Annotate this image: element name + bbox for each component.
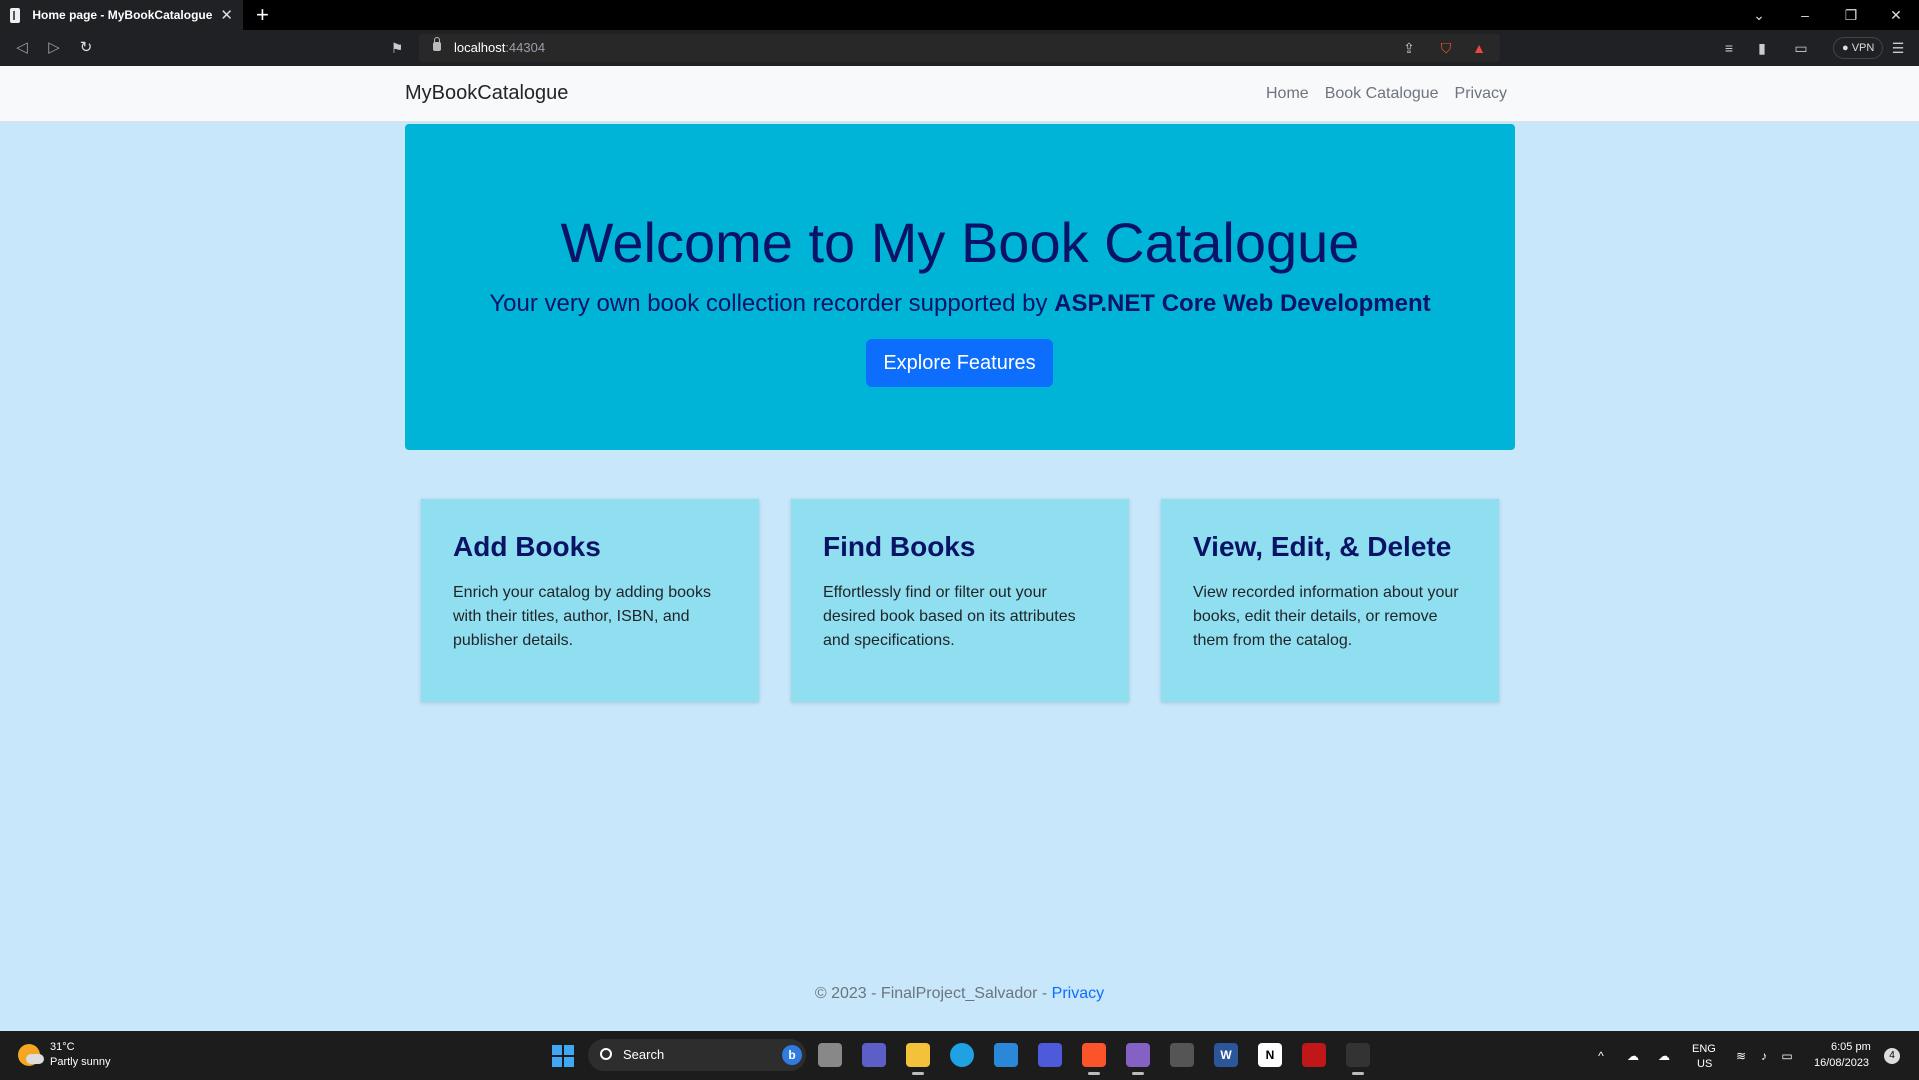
edge-icon[interactable] xyxy=(950,1043,974,1067)
tab-title: Home page - MyBookCatalogue xyxy=(32,8,213,22)
mcafee-icon[interactable] xyxy=(1302,1043,1326,1067)
feature-card-title: Find Books xyxy=(823,531,976,562)
feature-card-add-books: Add Books Enrich your catalog by adding … xyxy=(421,499,759,702)
site-navbar: MyBookCatalogue Home Book Catalogue Priv… xyxy=(0,66,1919,122)
task-view-icon[interactable] xyxy=(818,1043,842,1067)
reload-icon[interactable]: ↻ xyxy=(71,30,101,66)
notion-icon[interactable]: N xyxy=(1258,1043,1282,1067)
url-text: localhost:44304 xyxy=(454,40,546,55)
footer-copyright: © 2023 - FinalProject_Salvador - xyxy=(814,985,1052,1002)
back-icon[interactable]: ◁ xyxy=(7,30,37,66)
hero-jumbotron: Welcome to My Book Catalogue Your very o… xyxy=(405,124,1515,450)
wifi-icon[interactable]: ≋ xyxy=(1733,1048,1749,1064)
feature-card-text: Enrich your catalog by adding books with… xyxy=(453,584,711,649)
terminal-icon[interactable] xyxy=(1346,1043,1370,1075)
taskbar-search[interactable]: Search b xyxy=(588,1039,806,1071)
teams-icon[interactable] xyxy=(862,1043,886,1067)
brave-shields-icon[interactable]: ⛉ xyxy=(1436,38,1456,58)
notifications-badge[interactable]: 4 xyxy=(1884,1048,1900,1064)
onedrive-icon[interactable]: ☁ xyxy=(1625,1048,1641,1064)
chevron-up-icon[interactable]: ^ xyxy=(1593,1048,1609,1064)
lock-icon xyxy=(433,37,441,51)
bing-icon[interactable]: b xyxy=(782,1045,802,1065)
bookmark-icon[interactable]: ⚑ xyxy=(387,38,407,58)
language-region[interactable]: US xyxy=(1697,1058,1712,1080)
new-tab-icon[interactable]: + xyxy=(256,2,269,28)
footer-privacy-link[interactable]: Privacy xyxy=(1052,985,1104,1002)
brave-browser-icon[interactable] xyxy=(1082,1043,1106,1075)
file-explorer-icon[interactable] xyxy=(906,1043,930,1075)
sidebar-icon[interactable]: ▮ xyxy=(1752,38,1772,58)
vpn-button[interactable]: ● VPN xyxy=(1833,37,1884,59)
feature-card-title: Add Books xyxy=(453,531,601,562)
visual-studio-icon[interactable] xyxy=(1126,1043,1150,1075)
close-tab-icon[interactable]: ✕ xyxy=(220,6,233,24)
menu-icon[interactable]: ☰ xyxy=(1888,38,1908,58)
nav-link-privacy[interactable]: Privacy xyxy=(1455,85,1507,103)
restore-icon[interactable]: ❐ xyxy=(1828,0,1874,30)
browser-tab-bar: Home page - MyBookCatalogue ✕ + ⌄ – ❐ ✕ xyxy=(0,0,1919,30)
start-icon[interactable] xyxy=(552,1045,574,1067)
volume-icon[interactable]: ♪ xyxy=(1756,1048,1772,1064)
brave-rewards-icon[interactable]: ▲ xyxy=(1469,38,1489,58)
feature-card-find-books: Find Books Effortlessly find or filter o… xyxy=(791,499,1129,702)
weather-description[interactable]: Partly sunny xyxy=(50,1056,111,1068)
nav-link-book-catalogue[interactable]: Book Catalogue xyxy=(1325,85,1439,103)
site-brand[interactable]: MyBookCatalogue xyxy=(405,82,568,105)
wallet-icon[interactable]: ▭ xyxy=(1791,38,1811,58)
search-icon xyxy=(600,1048,612,1060)
playlist-icon[interactable]: ≡ xyxy=(1719,38,1739,58)
clock-date[interactable]: 16/08/2023 xyxy=(1814,1057,1869,1080)
address-bar[interactable]: localhost:44304 ⇪ ⛉ ▲ xyxy=(419,34,1500,62)
windows-taskbar: 31°C Partly sunny Search b W N ^ ☁ ☁ ENG… xyxy=(0,1031,1919,1080)
feature-card-text: Effortlessly find or filter out your des… xyxy=(823,584,1076,649)
microsoft-store-icon[interactable] xyxy=(994,1043,1018,1067)
search-label: Search xyxy=(623,1047,665,1062)
cloud-sync-icon[interactable]: ☁ xyxy=(1656,1048,1672,1064)
word-icon[interactable]: W xyxy=(1214,1043,1238,1067)
feature-card-text: View recorded information about your boo… xyxy=(1193,584,1459,649)
weather-icon[interactable] xyxy=(18,1044,44,1066)
app-icon[interactable] xyxy=(1170,1043,1194,1067)
share-icon[interactable]: ⇪ xyxy=(1399,38,1419,58)
feature-card-title: View, Edit, & Delete xyxy=(1193,531,1452,562)
browser-toolbar: ◁ ▷ ↻ ⚑ localhost:44304 ⇪ ⛉ ▲ ≡ ▮ ▭ ● VP… xyxy=(0,30,1919,66)
forward-icon[interactable]: ▷ xyxy=(39,30,69,66)
close-window-icon[interactable]: ✕ xyxy=(1873,0,1919,30)
browser-tab[interactable]: Home page - MyBookCatalogue ✕ xyxy=(0,0,243,30)
explore-features-button[interactable]: Explore Features xyxy=(866,339,1053,387)
page-favicon-icon xyxy=(10,7,21,23)
minimize-icon[interactable]: – xyxy=(1782,0,1828,30)
hero-lead: Your very own book collection recorder s… xyxy=(489,290,1431,317)
app-icon[interactable] xyxy=(1038,1043,1062,1067)
nav-links: Home Book Catalogue Privacy xyxy=(1266,85,1507,103)
tab-search-icon[interactable]: ⌄ xyxy=(1736,0,1782,30)
site-footer: © 2023 - FinalProject_Salvador - Privacy xyxy=(0,985,1919,1003)
nav-link-home[interactable]: Home xyxy=(1266,85,1309,103)
feature-card-view-edit-delete: View, Edit, & Delete View recorded infor… xyxy=(1161,499,1499,702)
hero-title: Welcome to My Book Catalogue xyxy=(560,211,1360,274)
weather-temperature[interactable]: 31°C xyxy=(50,1041,75,1053)
battery-icon[interactable]: ▭ xyxy=(1779,1048,1795,1064)
